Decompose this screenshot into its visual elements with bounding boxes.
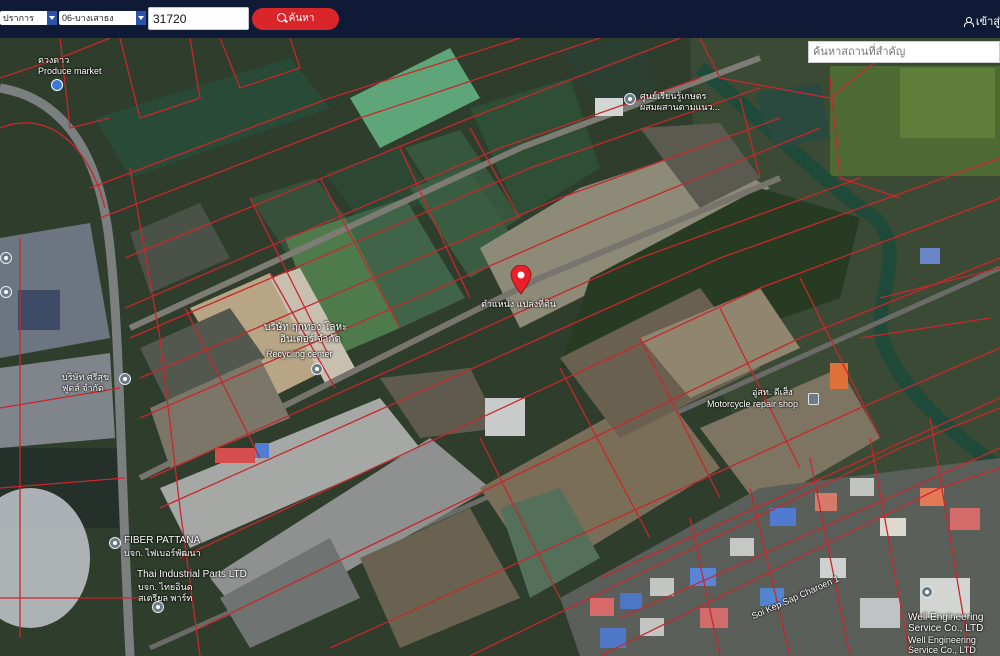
recycling-center-label: Recycling center [266,349,333,359]
well-engineering-label: Well Engineering [908,612,984,623]
house [770,508,796,526]
house [650,578,674,596]
motorcycle-icon[interactable] [808,393,819,405]
satellite-map[interactable] [0,38,1000,656]
containers [215,448,255,463]
company-left-label: บริษัท ศรีสุข [62,372,110,382]
house [730,538,754,556]
solar-panels [18,290,60,330]
chevron-down-icon [136,11,146,25]
fiber-pattana-thai-label: บจก. ไฟเบอร์พัฒนา [124,548,201,558]
house [700,608,728,628]
recycling-company-label: บริษัท ฤกทอง โลหะ [264,322,348,333]
house [920,488,944,506]
fiber-pattana-label: FIBER PATTANA [124,535,201,546]
location-pin-icon[interactable] [119,373,131,385]
house [850,478,874,496]
location-pin-icon[interactable] [0,252,12,264]
district-select[interactable]: 06-บางเสาธง [59,11,146,25]
province-select[interactable]: ปราการ [0,11,57,25]
house [640,618,664,636]
location-pin-icon[interactable] [624,93,636,105]
place-search-input[interactable] [808,41,1000,63]
login-label: เข้าสู่ [975,16,1000,28]
house [920,248,940,264]
district-select-value: 06-บางเสาธง [62,13,114,23]
house [620,593,642,609]
location-pin-icon[interactable] [311,363,323,375]
house [880,518,906,536]
house [830,363,848,389]
location-pin-icon[interactable] [509,265,533,295]
thai-industrial-thai-label-2: สเตรียล พาร์ท [138,593,193,603]
building [485,398,525,436]
produce-market-thai-label: ตวงดาว [38,55,70,65]
search-button-label: ค้นหา [288,13,315,24]
well-engineering-label-2: Service Co., LTD [908,623,984,634]
recycling-company-label-2: อินเตอร์ จำกัด [280,334,341,345]
rice-field [900,68,995,138]
location-pin-icon[interactable] [0,286,12,298]
thai-industrial-label: Thai Industrial Parts LTD [137,569,247,580]
house [860,598,900,628]
house [950,508,980,530]
factory-roof [0,353,115,448]
motorcycle-shop-label: Motorcycle repair shop [707,399,799,409]
thai-industrial-thai-label: บจก. ไทยอินด [138,582,193,592]
location-pin-icon[interactable] [921,586,933,598]
learning-center-label-2: ผสมผสานตามแนว... [640,102,721,112]
user-icon [963,17,974,27]
house [590,598,614,616]
shopping-cart-icon[interactable] [51,79,63,91]
produce-market-label: Produce market [38,66,102,76]
province-select-value: ปราการ [3,13,34,23]
well-engineering-label-4: Service Co., LTD [908,645,976,655]
selected-parcel-label: ตำแหน่ง แปลงที่ดิน [481,299,557,309]
search-icon [276,13,286,22]
location-pin-icon[interactable] [109,537,121,549]
company-left-label-2: ฟูดส์ จำกัด [62,383,104,393]
top-navigation-bar: ปราการ 06-บางเสาธง ค้นหา เข้าสู่ [0,0,1000,38]
motorcycle-shop-thai-label: อู่สท. ดีเส็ง [752,387,793,397]
login-link[interactable]: เข้าสู่ [963,12,1000,30]
containers [255,443,269,458]
chevron-down-icon [47,11,57,25]
location-pin-icon[interactable] [152,601,164,613]
search-button[interactable]: ค้นหา [252,8,339,30]
learning-center-label: ศูนย์เรียนรู้เกษตร [640,91,707,101]
parcel-number-input[interactable] [148,7,249,30]
